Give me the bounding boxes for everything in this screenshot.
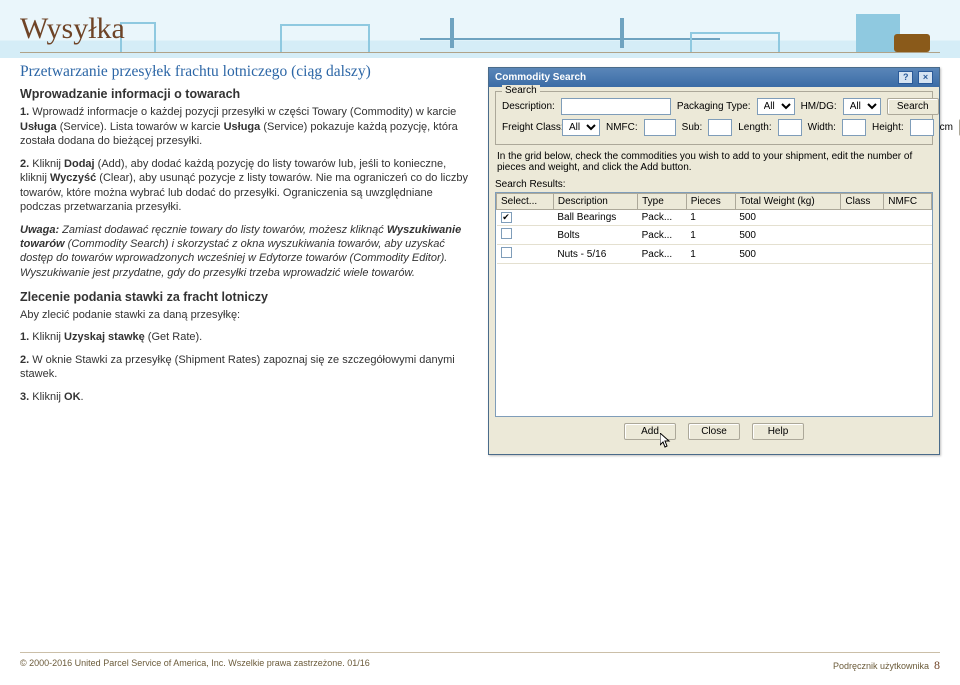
row-checkbox[interactable] bbox=[501, 228, 512, 239]
title-rule bbox=[20, 52, 940, 53]
copyright-text: © 2000-2016 United Parcel Service of Ame… bbox=[20, 658, 370, 673]
height-input[interactable] bbox=[910, 119, 934, 136]
close-button[interactable]: Close bbox=[688, 423, 740, 440]
sub-label: Sub: bbox=[682, 122, 703, 133]
intro-line: Aby zlecić podanie stawki za daną przesy… bbox=[20, 308, 468, 323]
grid-column-header[interactable]: Class bbox=[841, 194, 884, 210]
search-button[interactable]: Search bbox=[887, 98, 939, 115]
table-row[interactable]: ✔Ball BearingsPack...1500 bbox=[497, 210, 932, 226]
close-icon[interactable]: × bbox=[918, 71, 933, 84]
grid-column-header[interactable]: Description bbox=[553, 194, 637, 210]
unit-label: cm bbox=[940, 122, 953, 133]
nmfc-label: NMFC: bbox=[606, 122, 638, 133]
help-icon[interactable]: ? bbox=[898, 71, 913, 84]
step-2: 2. Kliknij Dodaj (Add), aby dodać każdą … bbox=[20, 157, 468, 215]
description-label: Description: bbox=[502, 101, 555, 112]
height-label: Height: bbox=[872, 122, 904, 133]
page-title: Wysyłka bbox=[0, 0, 960, 52]
grid-column-header[interactable]: NMFC bbox=[884, 194, 932, 210]
packaging-label: Packaging Type: bbox=[677, 101, 751, 112]
grid-column-header[interactable]: Type bbox=[638, 194, 687, 210]
description-input[interactable] bbox=[561, 98, 671, 115]
section-heading: Przetwarzanie przesyłek frachtu lotnicze… bbox=[20, 63, 468, 81]
note-paragraph: Uwaga: Zamiast dodawać ręcznie towary do… bbox=[20, 223, 468, 280]
page-footer: © 2000-2016 United Parcel Service of Ame… bbox=[20, 652, 940, 673]
subsection-heading-2: Zlecenie podania stawki za fracht lotnic… bbox=[20, 290, 468, 304]
row-checkbox[interactable]: ✔ bbox=[501, 212, 512, 223]
dialog-titlebar: Commodity Search ? × bbox=[489, 68, 939, 87]
cursor-icon bbox=[660, 433, 672, 449]
width-label: Width: bbox=[808, 122, 836, 133]
subsection-heading: Wprowadzanie informacji o towarach bbox=[20, 87, 468, 101]
grid-column-header[interactable]: Pieces bbox=[686, 194, 735, 210]
step-1: 1. Wprowadź informacje o każdej pozycji … bbox=[20, 105, 468, 149]
grid-hint-text: In the grid below, check the commodities… bbox=[495, 149, 933, 177]
hmdg-label: HM/DG: bbox=[801, 101, 837, 112]
grid-column-header[interactable]: Total Weight (kg) bbox=[735, 194, 841, 210]
table-row[interactable]: BoltsPack...1500 bbox=[497, 226, 932, 245]
table-row[interactable]: Nuts - 5/16Pack...1500 bbox=[497, 245, 932, 264]
rate-step-1: 1. Kliknij Uzyskaj stawkę (Get Rate). bbox=[20, 330, 468, 345]
rate-step-2: 2. W oknie Stawki za przesyłkę (Shipment… bbox=[20, 353, 468, 382]
length-label: Length: bbox=[738, 122, 771, 133]
help-button[interactable]: Help bbox=[752, 423, 804, 440]
grid-column-header[interactable]: Select... bbox=[497, 194, 554, 210]
hmdg-select[interactable]: All bbox=[843, 98, 881, 115]
packaging-select[interactable]: All bbox=[757, 98, 795, 115]
length-input[interactable] bbox=[778, 119, 802, 136]
rate-step-3: 3. Kliknij OK. bbox=[20, 390, 468, 405]
results-grid[interactable]: Select...DescriptionTypePiecesTotal Weig… bbox=[495, 192, 933, 417]
nmfc-input[interactable] bbox=[644, 119, 676, 136]
freight-class-select[interactable]: All bbox=[562, 119, 600, 136]
freight-class-label: Freight Class: bbox=[502, 122, 556, 133]
page-number: 8 bbox=[934, 658, 940, 672]
search-group-label: Search bbox=[502, 85, 540, 96]
text-column: Przetwarzanie przesyłek frachtu lotnicze… bbox=[20, 63, 468, 455]
width-input[interactable] bbox=[842, 119, 866, 136]
commodity-search-dialog: Commodity Search ? × Search Description:… bbox=[488, 67, 940, 455]
sub-input[interactable] bbox=[708, 119, 732, 136]
results-label: Search Results: bbox=[495, 179, 933, 190]
search-fieldset: Search Description: Packaging Type: All … bbox=[495, 91, 933, 145]
footer-label: Podręcznik użytkownika bbox=[833, 661, 929, 671]
dialog-title-text: Commodity Search bbox=[495, 72, 586, 83]
row-checkbox[interactable] bbox=[501, 247, 512, 258]
